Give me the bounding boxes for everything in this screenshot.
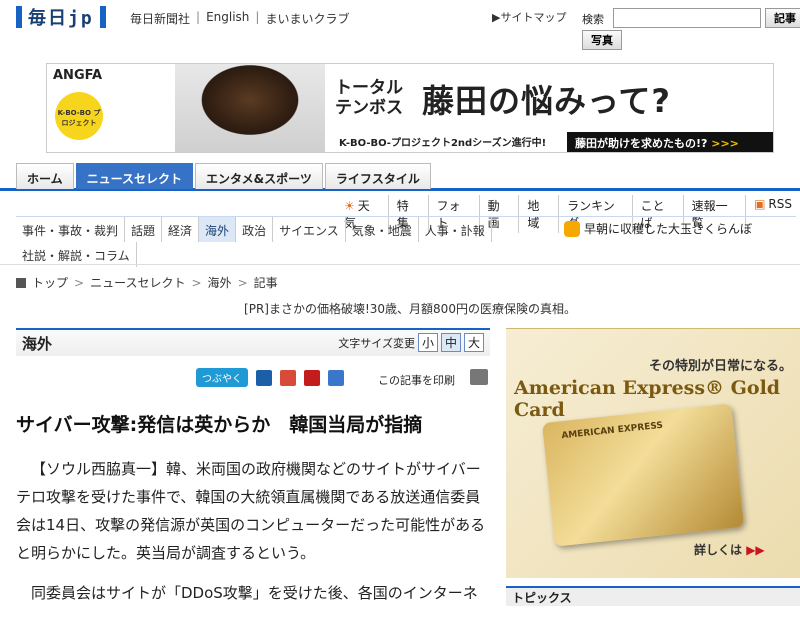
sitemap-link[interactable]: ▶サイトマップ [492,9,566,25]
double-chevron-icon: >>> [711,137,739,150]
link-english[interactable]: English [206,10,249,27]
banner-ad[interactable]: ANGFA K-BO-BO プロジェクト トータル テンボス 藤田の悩みって? … [46,63,774,153]
divider [0,264,800,265]
ad-person-image [175,64,325,152]
cat-weather-quake[interactable]: 気象・地震 [346,217,419,242]
side-ad-more-link[interactable]: 詳しくは ▶▶ [694,541,765,558]
font-size-medium-button[interactable]: 中 [440,333,461,352]
hatena-bookmark-icon[interactable] [256,369,272,386]
breadcrumb-top[interactable]: トップ [32,274,68,291]
ad-cta-label: 藤田が助けを求めたもの!? [575,137,708,150]
credit-card-image: AMERICAN EXPRESS [542,403,744,547]
cat-topics[interactable]: 話題 [125,217,163,242]
main-nav: ホーム ニュースセレクト エンタメ&スポーツ ライフスタイル [0,163,800,191]
logo-bar-right [99,6,106,28]
rss-icon: ▣ [754,197,766,211]
cat-personnel-obituary[interactable]: 人事・訃報 [419,217,492,242]
cat-incidents[interactable]: 事件・事故・裁判 [16,217,126,242]
category-nav: 事件・事故・裁判 話題 経済 海外 政治 サイエンス 気象・地震 人事・訃報 社… [16,216,796,267]
chevron-right-icon: > [191,275,202,290]
font-size-label: 文字サイズ変更 [338,336,415,350]
nav-home[interactable]: ホーム [16,163,74,189]
card-brand-text: AMERICAN EXPRESS [560,420,664,442]
section-title: 海外 [22,335,53,353]
breadcrumb-current: 記事 [253,276,278,290]
chevron-right-icon: > [237,275,248,290]
side-ad-subtitle: その特別が日常になる。 [648,359,792,374]
top-links: 毎日新聞社 | English | まいまいクラブ [130,10,349,27]
cat-overseas[interactable]: 海外 [199,217,237,242]
pencil-icon[interactable] [328,369,344,386]
buzzurl-icon[interactable] [280,369,296,386]
ad-left-text: トータル テンボス [335,78,403,118]
sitemap-label: サイトマップ [500,11,567,24]
printer-icon[interactable] [470,369,488,385]
side-ad[interactable]: その特別が日常になる。 American Express® Gold Card … [506,328,800,578]
share-tools: つぶやく [196,368,344,387]
ad-left-line2: テンボス [335,98,403,118]
link-maimai-club[interactable]: まいまいクラブ [265,10,349,27]
side-ad-more-label: 詳しくは [694,543,743,557]
breadcrumb-overseas[interactable]: 海外 [208,274,232,291]
separator: | [255,10,260,24]
topic-link-label: 早朝に収穫した大玉さくらんぼ [584,222,753,236]
font-size-large-button[interactable]: 大 [463,333,484,352]
article-paragraph: 同委員会はサイトが「DDoS攻撃」を受けた後、各国のインターネ [31,584,478,602]
breadcrumb: トップ > ニュースセレクト > 海外 > 記事 [16,274,278,291]
ad-left-line1: トータル [335,78,403,98]
pr-link[interactable]: [PR]まさかの価格破壊!30歳、月額800円の医療保険の真相。 [0,300,800,317]
cat-economy[interactable]: 経済 [162,217,200,242]
ad-badge: K-BO-BO プロジェクト [55,92,103,140]
site-header: 毎日jp 毎日新聞社 | English | まいまいクラブ ▶サイトマップ 検… [0,0,800,52]
ad-subtext: K-BO-BO-プロジェクト2ndシーズン進行中! [339,138,547,149]
ad-headline: 藤田の悩みって? [422,82,671,120]
yahoo-bookmark-icon[interactable] [304,369,320,386]
print-label[interactable]: この記事を印刷 [378,372,455,388]
search-input[interactable] [613,8,761,28]
topics-header: トピックス [506,586,800,606]
separator: | [196,10,201,24]
font-size-small-button[interactable]: 小 [417,333,438,352]
breadcrumb-news-select[interactable]: ニュースセレクト [90,274,185,291]
cat-science[interactable]: サイエンス [273,217,346,242]
weather-icon: ☀ [344,199,355,213]
section-bar: 海外 文字サイズ変更 小 中 大 [16,328,490,356]
search-label: 検索 [582,13,604,26]
ad-cta[interactable]: 藤田が助けを求めたもの!? >>> [567,132,773,152]
article-paragraph: 【ソウル西脇真一】韓、米両国の政府機関などのサイトがサイバーテロ攻撃を受けた事件… [16,460,486,562]
ad-brand: ANGFA [53,68,103,83]
home-icon [16,277,26,288]
search-photos-button[interactable]: 写真 [582,30,622,50]
search-articles-button[interactable]: 記事 [765,8,800,28]
nav-news-select[interactable]: ニュースセレクト [75,163,194,189]
nav-entame-sports[interactable]: エンタメ&スポーツ [195,163,323,189]
cat-politics[interactable]: 政治 [236,217,274,242]
article-body: 【ソウル西脇真一】韓、米両国の政府機関などのサイトがサイバーテロ攻撃を受けた事件… [16,455,494,619]
logo-text: 毎日jp [28,8,94,29]
tweet-button[interactable]: つぶやく [196,368,248,387]
face-icon [564,220,580,237]
font-size-control: 文字サイズ変更 小 中 大 [338,333,484,352]
chevron-right-icon: > [74,275,85,290]
link-mainichi[interactable]: 毎日新聞社 [130,10,190,27]
double-chevron-icon: ▶▶ [746,543,765,557]
site-logo[interactable]: 毎日jp [16,6,106,29]
article-headline: サイバー攻撃:発信は英からか 韓国当局が指摘 [16,414,423,436]
nav-lifestyle[interactable]: ライフスタイル [324,163,431,189]
topic-link[interactable]: 早朝に収穫した大玉さくらんぼ [564,220,752,237]
